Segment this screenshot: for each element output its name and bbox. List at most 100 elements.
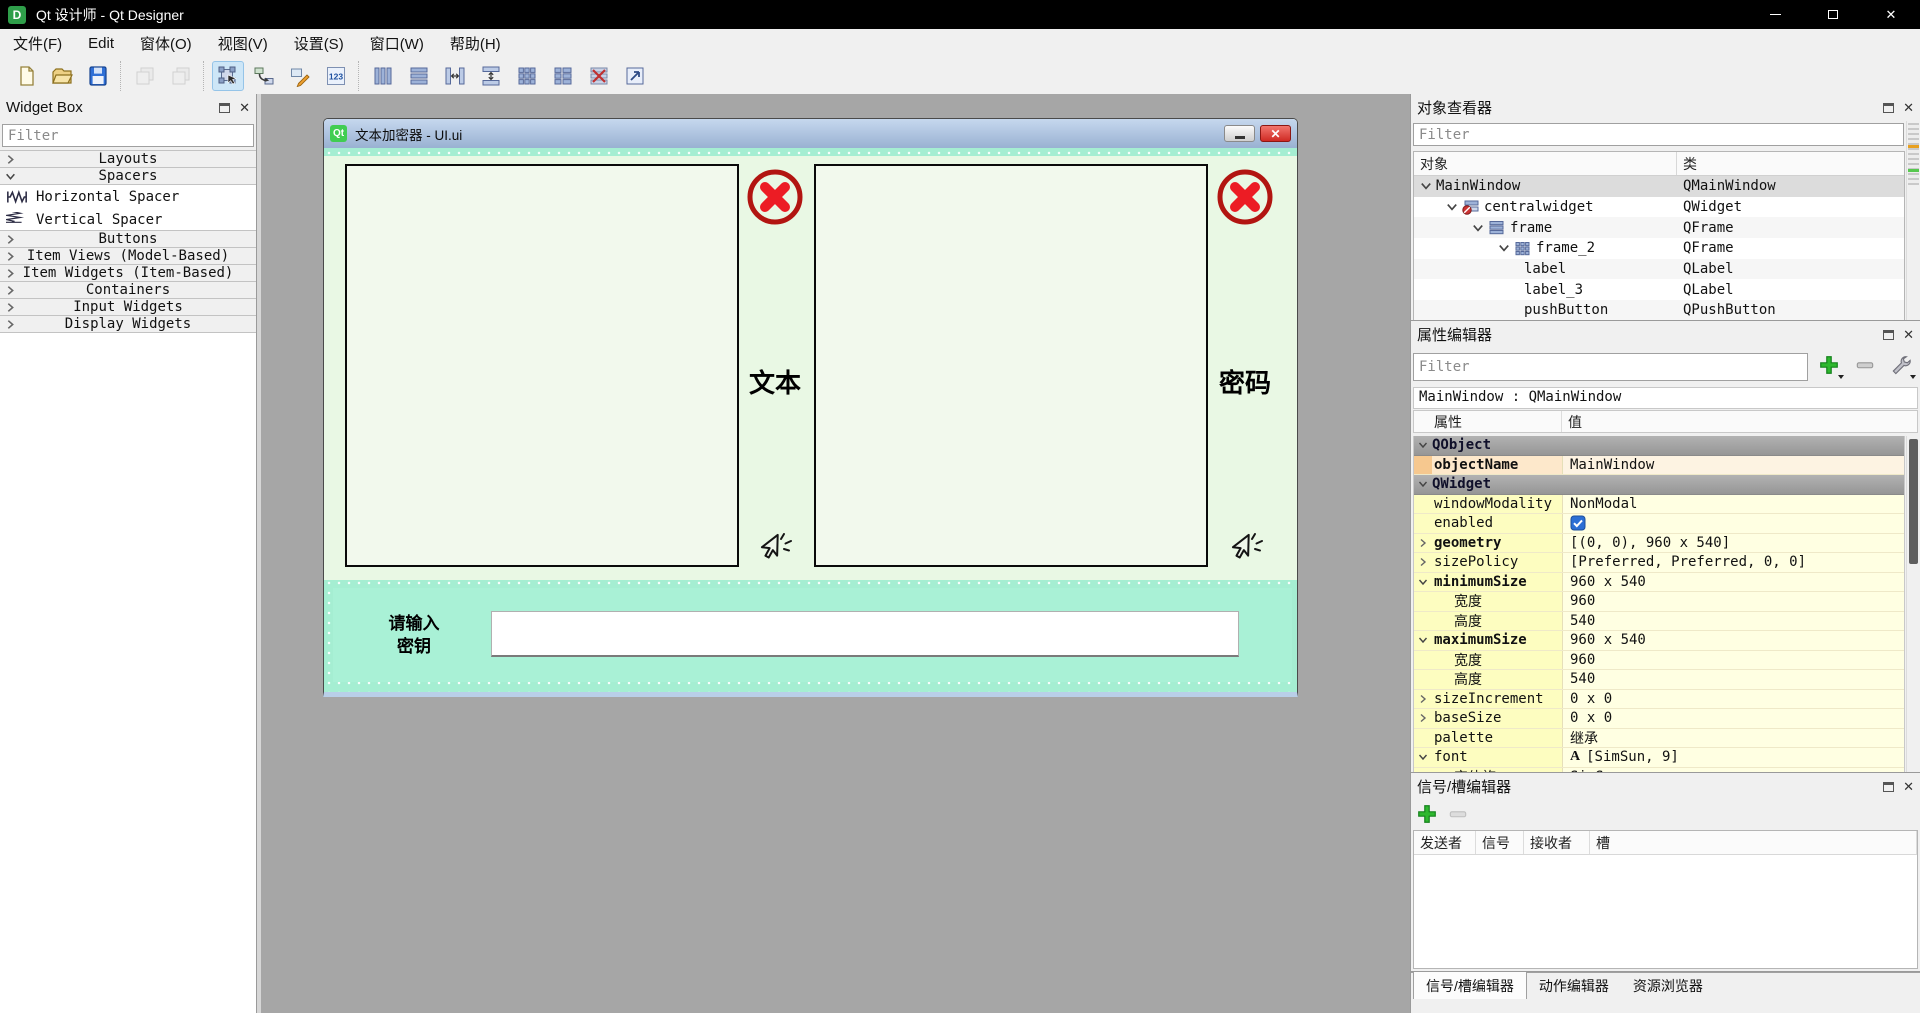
layout-grid-button[interactable] bbox=[511, 61, 543, 91]
disabled-tool-1-button[interactable] bbox=[129, 61, 161, 91]
property-row[interactable]: 高度540 bbox=[1414, 612, 1904, 632]
chevron-down-icon[interactable] bbox=[1472, 222, 1484, 234]
signal-slot-column-header[interactable]: 信号 bbox=[1476, 831, 1524, 854]
widget-item[interactable]: Vertical Spacer bbox=[0, 208, 256, 231]
layout-horizontal-button[interactable] bbox=[367, 61, 399, 91]
new-form-button[interactable] bbox=[10, 61, 42, 91]
form-canvas[interactable]: 文本 密码 请输入 密钥 bbox=[324, 148, 1297, 692]
property-row[interactable]: palette继承 bbox=[1414, 729, 1904, 749]
indent-spacer[interactable] bbox=[1414, 612, 1432, 631]
configure-property-editor-button[interactable] bbox=[1886, 354, 1916, 380]
edit-widgets-button[interactable] bbox=[212, 61, 244, 91]
object-tree-row[interactable]: frame_2QFrame bbox=[1414, 238, 1904, 259]
key-input[interactable] bbox=[491, 611, 1239, 657]
maximize-button[interactable] bbox=[1804, 0, 1862, 29]
property-row[interactable]: geometry[(0, 0), 960 x 540] bbox=[1414, 534, 1904, 554]
form-minimize-button[interactable] bbox=[1224, 125, 1255, 142]
close-button[interactable]: ✕ bbox=[1862, 0, 1920, 29]
property-row[interactable]: sizeIncrement0 x 0 bbox=[1414, 690, 1904, 710]
signal-slot-column-header[interactable]: 发送者 bbox=[1414, 831, 1476, 854]
chevron-right-icon[interactable] bbox=[1414, 709, 1432, 728]
object-inspector-filter-input[interactable] bbox=[1413, 123, 1904, 146]
chevron-down-icon[interactable] bbox=[1414, 631, 1432, 650]
inspector-scrollbar[interactable] bbox=[1906, 121, 1920, 320]
property-value[interactable]: SimSun bbox=[1562, 768, 1904, 773]
indent-spacer[interactable] bbox=[1414, 592, 1432, 611]
property-value[interactable]: [Preferred, Preferred, 0, 0] bbox=[1562, 553, 1904, 572]
widget-box-category[interactable]: Input Widgets bbox=[0, 298, 256, 316]
property-filter-input[interactable] bbox=[1413, 353, 1808, 381]
indent-spacer[interactable] bbox=[1414, 768, 1432, 773]
menu-item[interactable]: Edit bbox=[75, 32, 127, 55]
close-panel-icon[interactable]: ✕ bbox=[1903, 328, 1914, 341]
menu-item[interactable]: 窗体(O) bbox=[127, 30, 205, 57]
widget-box-category[interactable]: Buttons bbox=[0, 230, 256, 248]
adjust-size-button[interactable] bbox=[619, 61, 651, 91]
chevron-down-icon[interactable] bbox=[1414, 748, 1432, 767]
property-row[interactable]: 高度540 bbox=[1414, 670, 1904, 690]
scrollbar-thumb[interactable] bbox=[1909, 439, 1918, 564]
property-section-header[interactable]: QWidget bbox=[1414, 475, 1904, 495]
property-value[interactable]: 960 bbox=[1562, 651, 1904, 670]
property-value[interactable]: [(0, 0), 960 x 540] bbox=[1562, 534, 1904, 553]
splitter-vertical-button[interactable] bbox=[475, 61, 507, 91]
float-panel-icon[interactable] bbox=[1883, 330, 1894, 340]
form-titlebar[interactable]: Qt 文本加密器 - UI.ui ✕ bbox=[324, 119, 1297, 148]
remove-dynamic-property-button[interactable] bbox=[1850, 354, 1880, 380]
property-value[interactable]: 960 bbox=[1562, 592, 1904, 611]
property-value[interactable]: 540 bbox=[1562, 670, 1904, 689]
edit-buddies-button[interactable] bbox=[284, 61, 316, 91]
column-value[interactable]: 值 bbox=[1562, 411, 1917, 432]
click-cursor-icon-2[interactable] bbox=[1227, 531, 1267, 571]
indent-spacer[interactable] bbox=[1414, 495, 1432, 514]
property-value[interactable]: 960 x 540 bbox=[1562, 631, 1904, 650]
property-row[interactable]: sizePolicy[Preferred, Preferred, 0, 0] bbox=[1414, 553, 1904, 573]
widget-box-category[interactable]: Containers bbox=[0, 281, 256, 299]
break-layout-button[interactable] bbox=[583, 61, 615, 91]
disabled-tool-2-button[interactable] bbox=[165, 61, 197, 91]
indent-spacer[interactable] bbox=[1414, 514, 1432, 533]
password-label[interactable]: 密码 bbox=[1215, 363, 1275, 400]
signal-slot-column-header[interactable]: 槽 bbox=[1590, 831, 1917, 854]
key-prompt-label[interactable]: 请输入 密钥 bbox=[369, 613, 459, 659]
dock-tab[interactable]: 信号/槽编辑器 bbox=[1413, 972, 1527, 1001]
widget-box-category[interactable]: Display Widgets bbox=[0, 315, 256, 333]
clear-text-icon[interactable] bbox=[745, 168, 805, 226]
chevron-down-icon[interactable] bbox=[1414, 475, 1432, 494]
property-value[interactable] bbox=[1562, 514, 1904, 533]
chevron-down-icon[interactable] bbox=[1420, 180, 1432, 192]
close-panel-icon[interactable]: ✕ bbox=[1903, 101, 1914, 114]
close-panel-icon[interactable]: ✕ bbox=[1903, 780, 1914, 793]
chevron-down-icon[interactable] bbox=[1414, 436, 1432, 455]
property-value[interactable]: 540 bbox=[1562, 612, 1904, 631]
property-value[interactable]: 0 x 0 bbox=[1562, 709, 1904, 728]
property-row[interactable]: 宽度960 bbox=[1414, 592, 1904, 612]
float-panel-icon[interactable] bbox=[1883, 782, 1894, 792]
form-window[interactable]: Qt 文本加密器 - UI.ui ✕ 文本 密码 请输入 bbox=[323, 118, 1298, 697]
indent-spacer[interactable] bbox=[1414, 456, 1432, 475]
chevron-right-icon[interactable] bbox=[1414, 534, 1432, 553]
object-tree-row[interactable]: labelQLabel bbox=[1414, 259, 1904, 280]
minimize-button[interactable] bbox=[1746, 0, 1804, 29]
signal-slot-column-header[interactable]: 接收者 bbox=[1524, 831, 1590, 854]
object-tree-row[interactable]: frameQFrame bbox=[1414, 217, 1904, 238]
property-row[interactable]: 字体族SimSun bbox=[1414, 768, 1904, 773]
property-value[interactable]: NonModal bbox=[1562, 495, 1904, 514]
open-form-button[interactable] bbox=[46, 61, 78, 91]
property-row[interactable]: baseSize0 x 0 bbox=[1414, 709, 1904, 729]
menu-item[interactable]: 窗口(W) bbox=[357, 30, 437, 57]
chevron-down-icon[interactable] bbox=[1414, 573, 1432, 592]
property-row[interactable]: fontA[SimSun, 9] bbox=[1414, 748, 1904, 768]
menu-item[interactable]: 视图(V) bbox=[205, 30, 281, 57]
remove-connection-button[interactable] bbox=[1446, 804, 1470, 828]
layout-vertical-button[interactable] bbox=[403, 61, 435, 91]
add-connection-button[interactable] bbox=[1415, 804, 1439, 828]
edit-signals-slots-button[interactable] bbox=[248, 61, 280, 91]
menu-item[interactable]: 设置(S) bbox=[281, 30, 357, 57]
password-edit-area[interactable] bbox=[814, 164, 1208, 567]
text-label[interactable]: 文本 bbox=[745, 363, 805, 400]
property-section-header[interactable]: QObject bbox=[1414, 436, 1904, 456]
indent-spacer[interactable] bbox=[1414, 670, 1432, 689]
widget-item[interactable]: Horizontal Spacer bbox=[0, 185, 256, 208]
property-value[interactable]: 继承 bbox=[1562, 729, 1904, 748]
